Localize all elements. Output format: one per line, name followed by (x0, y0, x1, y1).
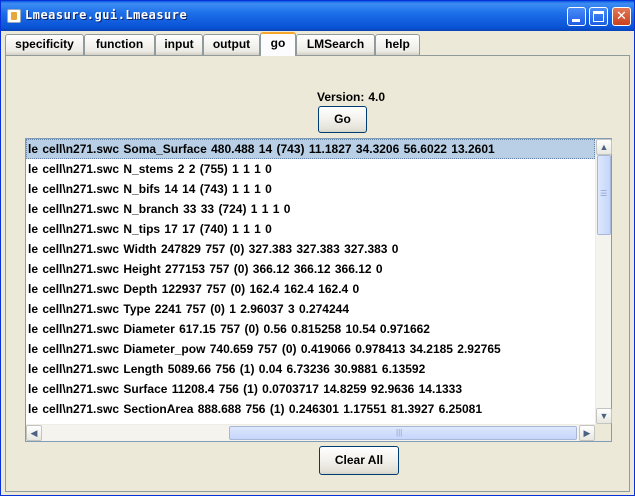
go-button[interactable]: Go (318, 106, 367, 133)
close-icon: ✕ (616, 9, 627, 24)
list-item[interactable]: le cell\n271.swc Diameter_pow 740.659 75… (26, 339, 595, 359)
results-list[interactable]: le cell\n271.swc Soma_Surface 480.488 14… (25, 138, 612, 442)
list-item[interactable]: le cell\n271.swc Length 5089.66 756 (1) … (26, 359, 595, 379)
list-item[interactable]: le cell\n271.swc Type 2241 757 (0) 1 2.9… (26, 299, 595, 319)
java-app-icon (7, 9, 21, 23)
tab-help[interactable]: help (375, 34, 420, 55)
vertical-scrollbar[interactable]: ▲ ☰ ▼ (595, 139, 612, 424)
go-panel: Version: 4.0 Go le cell\n271.swc Soma_Sur… (5, 55, 630, 492)
list-item[interactable]: le cell\n271.swc Diameter 617.15 757 (0)… (26, 319, 595, 339)
close-button[interactable]: ✕ (612, 7, 631, 26)
tab-bar: specificity function input output go LMS… (5, 32, 631, 56)
lmeasure-window: Lmeasure.gui.Lmeasure ✕ specificity func… (0, 0, 635, 496)
results-rows: le cell\n271.swc Soma_Surface 480.488 14… (26, 139, 595, 424)
tab-input[interactable]: input (155, 34, 203, 55)
list-item[interactable]: le cell\n271.swc Soma_Surface 480.488 14… (26, 139, 595, 159)
minimize-icon (572, 19, 580, 22)
list-item[interactable]: le cell\n271.swc Width 247829 757 (0) 32… (26, 239, 595, 259)
maximize-button[interactable] (589, 7, 608, 26)
list-item[interactable]: le cell\n271.swc Surface 11208.4 756 (1)… (26, 379, 595, 399)
arrow-down-icon: ▼ (599, 411, 609, 421)
arrow-up-icon: ▲ (599, 142, 609, 152)
clear-all-button[interactable]: Clear All (319, 446, 399, 475)
tab-lmsearch[interactable]: LMSearch (296, 34, 375, 55)
list-item[interactable]: le cell\n271.swc N_stems 2 2 (755) 1 1 1… (26, 159, 595, 179)
list-item[interactable]: le cell\n271.swc N_tips 17 17 (740) 1 1 … (26, 219, 595, 239)
arrow-right-icon: ▶ (583, 428, 591, 438)
version-label: Version: 4.0 (317, 90, 385, 104)
vertical-scroll-thumb[interactable]: ☰ (597, 155, 611, 235)
scroll-right-button[interactable]: ▶ (579, 425, 595, 441)
arrow-left-icon: ◀ (30, 428, 38, 438)
list-item[interactable]: le cell\n271.swc N_branch 33 33 (724) 1 … (26, 199, 595, 219)
version-caption: Version: (317, 90, 365, 104)
minimize-button[interactable] (567, 7, 586, 26)
scroll-up-button[interactable]: ▲ (596, 139, 612, 155)
list-item[interactable]: le cell\n271.swc N_bifs 14 14 (743) 1 1 … (26, 179, 595, 199)
list-item[interactable]: le cell\n271.swc SectionArea 888.688 756… (26, 399, 595, 419)
maximize-icon (593, 11, 604, 22)
list-item[interactable]: le cell\n271.swc Height 277153 757 (0) 3… (26, 259, 595, 279)
horizontal-scroll-thumb[interactable]: ||| (229, 426, 577, 440)
scroll-left-button[interactable]: ◀ (26, 425, 42, 441)
version-value: 4.0 (368, 90, 386, 104)
tab-function[interactable]: function (84, 34, 155, 55)
tab-specificity[interactable]: specificity (5, 34, 84, 55)
title-bar[interactable]: Lmeasure.gui.Lmeasure ✕ (1, 1, 634, 31)
grip-icon: ||| (396, 428, 403, 437)
horizontal-scrollbar[interactable]: ◀ ||| ▶ (26, 424, 595, 441)
tab-go[interactable]: go (260, 32, 296, 56)
grip-icon: ☰ (600, 189, 607, 198)
tab-output[interactable]: output (203, 34, 260, 55)
scroll-corner (595, 424, 611, 441)
scroll-down-button[interactable]: ▼ (596, 408, 612, 424)
list-item[interactable]: le cell\n271.swc Depth 122937 757 (0) 16… (26, 279, 595, 299)
window-title: Lmeasure.gui.Lmeasure (25, 8, 188, 22)
